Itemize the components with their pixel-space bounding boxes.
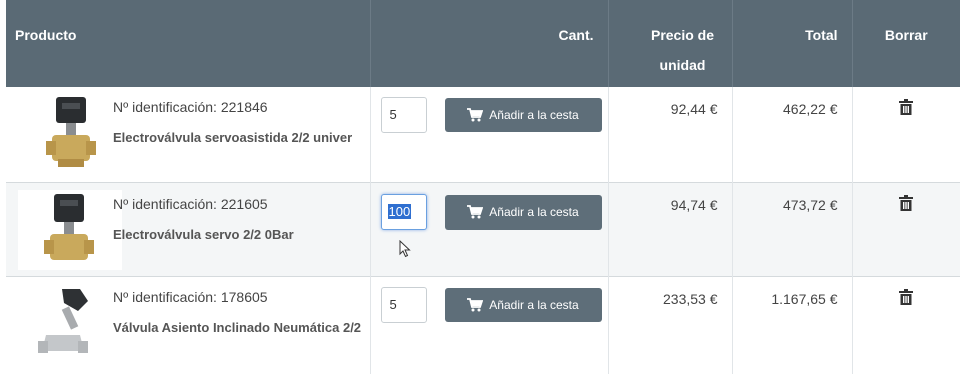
product-id: Nº identificación: 221846 [113,99,268,115]
product-image[interactable] [18,285,122,367]
shopping-cart: Producto Cant. Precio de unidad Total Bo… [6,0,960,374]
quantity-input[interactable]: 100 [380,193,427,230]
qty-cell: 5 Añadir a la cesta [370,87,609,182]
quantity-input[interactable]: 5 [380,286,427,323]
selected-text: 100 [387,203,412,219]
trash-icon[interactable] [899,194,914,214]
header-total: Total [732,0,853,87]
product-name-link[interactable]: Válvula Asiento Inclinado Neumática 2/2 [113,319,363,337]
unit-price: 233,53 € [608,276,733,374]
product-name-link[interactable]: Electroválvula servo 2/2 0Bar [113,226,363,244]
unit-price: 92,44 € [608,87,733,182]
add-to-basket-label: Añadir a la cesta [489,297,579,312]
add-to-basket-button[interactable]: Añadir a la cesta [444,287,602,322]
header-unit-price-line1: Precio de [650,27,715,43]
product-id: Nº identificación: 178605 [113,288,268,305]
trash-icon[interactable] [899,99,914,118]
table-row: Nº identificación: 221846 Electroválvula… [6,87,960,182]
line-total: 1.167,65 € [732,276,853,374]
header-unit-price: Precio de unidad [608,0,733,87]
unit-price: 94,74 € [608,182,733,276]
add-to-basket-label: Añadir a la cesta [489,205,579,219]
add-to-basket-label: Añadir a la cesta [489,108,579,122]
product-info: Nº identificación: 221846 Electroválvula… [113,99,363,147]
product-id: Nº identificación: 221605 [113,195,268,212]
line-total: 462,22 € [732,87,853,182]
product-cell: Nº identificación: 178605 Válvula Asient… [6,276,371,374]
header-qty: Cant. [370,0,609,87]
trash-icon[interactable] [899,288,914,308]
delete-cell [852,276,960,374]
mouse-pointer-icon [399,239,411,263]
header-unit-price-line2: unidad [659,57,706,73]
delete-cell [852,87,960,182]
line-total: 473,72 € [732,182,853,276]
shopping-cart-icon [467,297,484,312]
add-to-basket-button[interactable]: Añadir a la cesta [444,194,602,230]
cart-table: Producto Cant. Precio de unidad Total Bo… [6,0,960,374]
product-info: Nº identificación: 178605 Válvula Asient… [113,289,363,337]
shopping-cart-icon [467,205,484,219]
product-name-link[interactable]: Electroválvula servoasistida 2/2 univer [113,129,363,147]
product-cell: Nº identificación: 221846 Electroválvula… [6,87,371,182]
product-image[interactable] [18,93,122,175]
shopping-cart-icon [467,108,484,122]
product-image[interactable] [18,189,122,270]
table-row: Nº identificación: 178605 Válvula Asient… [6,276,960,374]
quantity-input[interactable]: 5 [380,97,427,133]
header-delete: Borrar [884,27,928,43]
table-row: Nº identificación: 221605 Electroválvula… [6,182,960,276]
delete-cell [852,182,960,276]
qty-cell: 5 Añadir a la cesta [370,276,609,374]
table-header-row: Producto Cant. Precio de unidad Total Bo… [6,0,960,87]
product-info: Nº identificación: 221605 Electroválvula… [113,196,363,244]
product-cell: Nº identificación: 221605 Electroválvula… [6,182,371,276]
add-to-basket-button[interactable]: Añadir a la cesta [444,98,602,132]
header-product: Producto [6,0,371,87]
